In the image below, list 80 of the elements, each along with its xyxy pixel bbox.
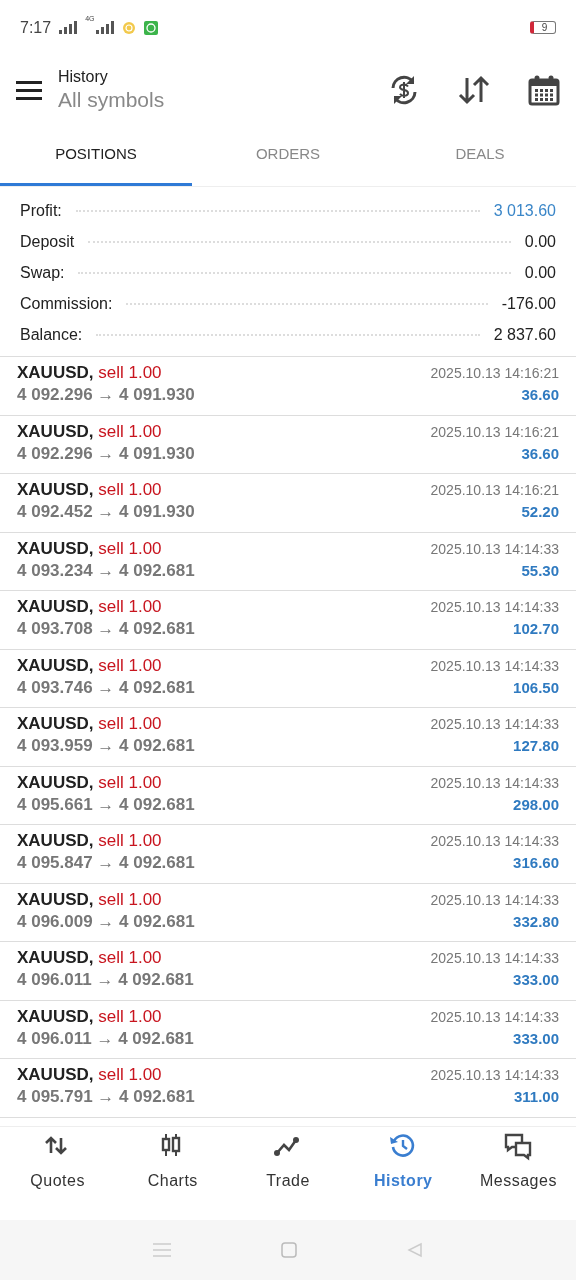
position-profit: 298.00 xyxy=(512,794,559,815)
position-time: 2025.10.13 14:14:33 xyxy=(430,1007,559,1027)
position-profit: 333.00 xyxy=(512,970,559,990)
position-profit: 36.60 xyxy=(520,443,559,464)
nav-tab[interactable]: Charts xyxy=(115,1127,231,1220)
position-time: 2025.10.13 14:14:33 xyxy=(430,1066,559,1085)
position-time: 2025.10.13 14:16:21 xyxy=(430,364,559,383)
position-title: XAUUSD, sell 1.00 xyxy=(17,713,163,735)
position-title: XAUUSD, sell 1.00 xyxy=(17,1064,163,1086)
price-range: 4 092.452 → 4 091.930 xyxy=(17,501,195,523)
position-profit: 52.20 xyxy=(520,502,559,522)
summary-value: 0.00 xyxy=(524,262,556,283)
position-time: 2025.10.13 14:14:33 xyxy=(430,949,559,968)
position-time: 2025.10.13 14:14:33 xyxy=(430,656,559,676)
tab[interactable]: DEALS xyxy=(384,125,576,186)
position-time: 2025.10.13 14:14:33 xyxy=(430,539,559,559)
summary-value: -176.00 xyxy=(501,293,556,314)
position-title: XAUUSD, sell 1.00 xyxy=(17,596,163,618)
position-time: 2025.10.13 14:14:33 xyxy=(430,890,559,910)
position-time: 2025.10.13 14:16:21 xyxy=(430,481,559,500)
price-range: 4 096.011 → 4 092.681 xyxy=(17,1027,194,1050)
position-title: XAUUSD, sell 1.00 xyxy=(17,420,163,443)
nav-tab[interactable]: Trade xyxy=(230,1127,346,1220)
position-time: 2025.10.13 14:14:33 xyxy=(430,832,559,851)
nav-tab[interactable]: History xyxy=(345,1127,461,1220)
tab[interactable]: ORDERS xyxy=(192,125,384,186)
position-title: XAUUSD, sell 1.00 xyxy=(17,830,163,852)
summary-label: Balance: xyxy=(20,324,83,345)
price-range: 4 092.296 → 4 091.930 xyxy=(17,384,195,406)
price-range: 4 093.708 → 4 092.681 xyxy=(17,618,195,640)
position-time: 2025.10.13 14:14:33 xyxy=(430,773,559,793)
price-range: 4 093.234 → 4 092.681 xyxy=(17,559,195,582)
summary-label: Swap: xyxy=(20,262,65,283)
position-profit: 311.00 xyxy=(512,1087,559,1107)
position-time: 2025.10.13 14:14:33 xyxy=(430,715,559,734)
clock-time: 7:17 xyxy=(20,17,52,38)
summary-value: 2 837.60 xyxy=(493,324,556,345)
price-range: 4 095.791 → 4 092.681 xyxy=(17,1086,195,1108)
page-title: History xyxy=(58,67,109,87)
position-profit: 36.60 xyxy=(520,385,559,405)
position-title: XAUUSD, sell 1.00 xyxy=(17,1005,163,1028)
price-range: 4 092.296 → 4 091.930 xyxy=(17,442,195,465)
position-profit: 332.80 xyxy=(512,911,559,932)
nav-tab[interactable]: Quotes xyxy=(0,1127,116,1220)
position-profit: 55.30 xyxy=(520,560,559,581)
summary-label: Deposit xyxy=(20,231,75,252)
summary-value: 0.00 xyxy=(524,231,556,252)
position-time: 2025.10.13 14:14:33 xyxy=(430,598,559,617)
price-range: 4 093.746 → 4 092.681 xyxy=(17,676,195,699)
summary-label: Profit: xyxy=(20,200,62,221)
price-range: 4 095.661 → 4 092.681 xyxy=(17,793,195,816)
position-title: XAUUSD, sell 1.00 xyxy=(17,771,163,794)
summary-value: 3 013.60 xyxy=(493,200,556,221)
calendar-icon[interactable] xyxy=(528,74,560,106)
price-range: 4 096.009 → 4 092.681 xyxy=(17,910,195,933)
signal-icon xyxy=(59,21,78,34)
menu-icon[interactable] xyxy=(16,80,42,100)
price-range: 4 095.847 → 4 092.681 xyxy=(17,852,195,874)
position-title: XAUUSD, sell 1.00 xyxy=(17,537,163,560)
battery-icon: 9 xyxy=(530,21,556,34)
signal-icon xyxy=(96,21,115,34)
symbol-filter[interactable]: All symbols xyxy=(58,87,165,113)
position-profit: 102.70 xyxy=(512,619,559,639)
position-profit: 127.80 xyxy=(512,736,559,756)
position-profit: 333.00 xyxy=(512,1028,559,1049)
position-profit: 106.50 xyxy=(512,677,559,698)
position-profit: 316.60 xyxy=(512,853,559,873)
position-title: XAUUSD, sell 1.00 xyxy=(17,888,163,911)
sort-arrows-icon[interactable] xyxy=(458,74,490,106)
position-time: 2025.10.13 14:16:21 xyxy=(430,422,559,442)
position-title: XAUUSD, sell 1.00 xyxy=(17,362,163,384)
position-title: XAUUSD, sell 1.00 xyxy=(17,479,163,501)
nav-tab[interactable]: Messages xyxy=(460,1127,576,1220)
summary-label: Commission: xyxy=(20,293,113,314)
price-range: 4 096.011 → 4 092.681 xyxy=(17,969,194,991)
tab[interactable]: POSITIONS xyxy=(0,125,192,186)
price-range: 4 093.959 → 4 092.681 xyxy=(17,735,195,757)
messages-icon xyxy=(504,1133,533,1161)
position-title: XAUUSD, sell 1.00 xyxy=(17,947,163,969)
position-title: XAUUSD, sell 1.00 xyxy=(17,654,163,677)
